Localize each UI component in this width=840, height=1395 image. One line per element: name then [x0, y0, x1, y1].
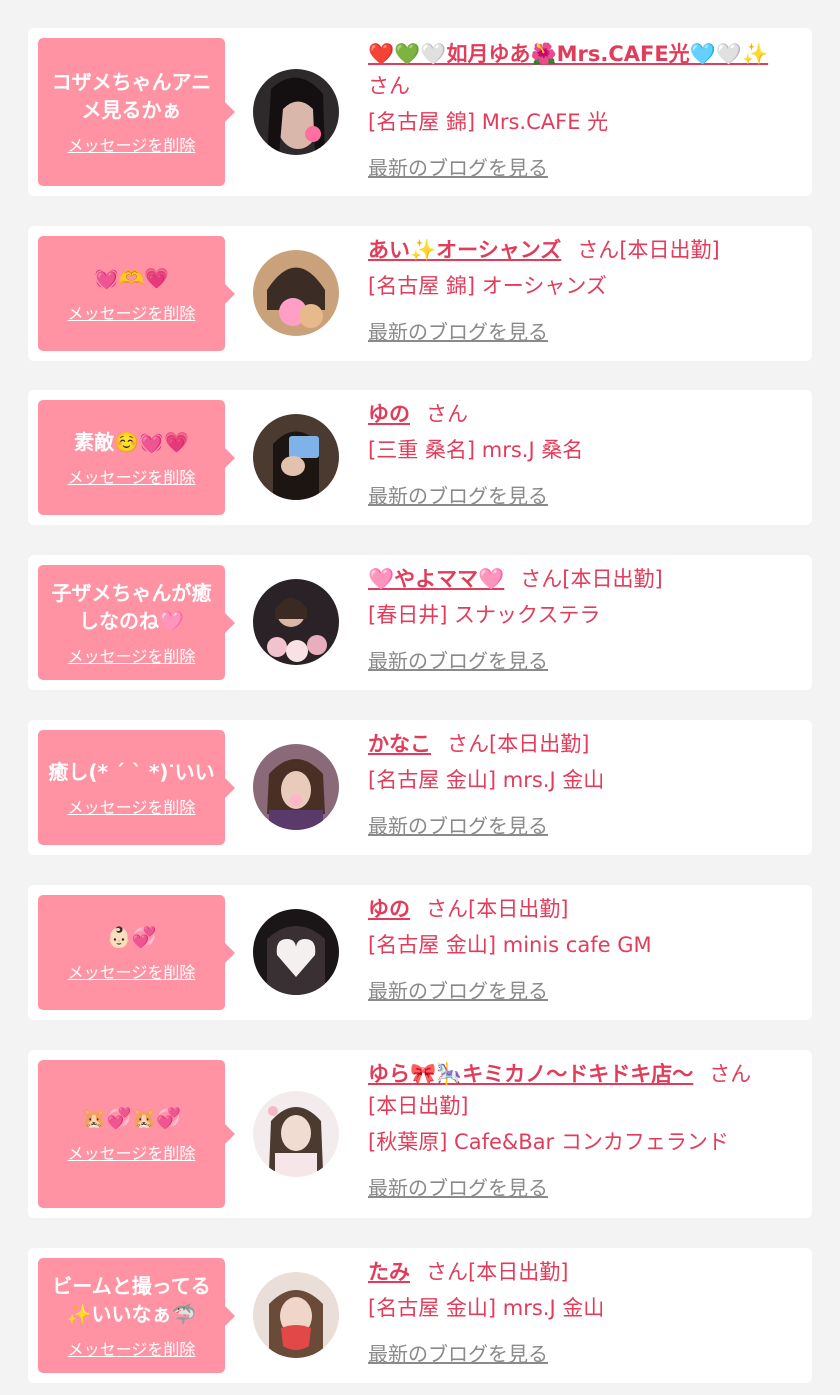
message-bubble: 👶🏻💞 メッセージを削除: [38, 895, 235, 1010]
message-bubble: ビームと撮ってる✨いいなぁ🦈 メッセージを削除: [38, 1258, 235, 1373]
message-card: 子ザメちゃんが癒しなのね🩷 メッセージを削除 🩷やよママ🩷 さん[本日出勤] [春…: [28, 555, 812, 690]
avatar[interactable]: [253, 69, 339, 155]
cast-info: あい✨オーシャンズ さん[本日出勤] [名古屋 錦] オーシャンズ 最新のブログを…: [368, 234, 792, 345]
work-status: [本日出勤]: [619, 238, 720, 262]
cast-name-link[interactable]: あい✨オーシャンズ: [368, 238, 561, 262]
avatar[interactable]: [253, 744, 339, 830]
shop-label: [名古屋 錦] オーシャンズ: [368, 274, 607, 298]
message-text: 👶🏻💞: [106, 924, 157, 949]
delete-message-link[interactable]: メッセージを削除: [68, 1140, 196, 1164]
message-text: ビームと撮ってる✨いいなぁ🦈: [52, 1273, 211, 1326]
honorific: さん: [426, 897, 468, 921]
honorific: さん: [426, 402, 468, 426]
shop-label: [名古屋 金山] mrs.J 金山: [368, 768, 605, 792]
shop-label: [秋葉原] Cafe&Bar コンカフェランド: [368, 1130, 729, 1154]
message-card: コザメちゃんアニメ見るかぁ メッセージを削除 ❤️💚🤍如月ゆあ🌺Mrs.CAFE…: [28, 28, 812, 196]
work-status: [本日出勤]: [489, 732, 590, 756]
avatar[interactable]: [253, 1272, 339, 1358]
latest-blog-link[interactable]: 最新のブログを見る: [368, 645, 548, 674]
cast-info: ゆの さん [三重 桑名] mrs.J 桑名 最新のブログを見る: [368, 398, 792, 509]
message-bubble: 💓🫶💗 メッセージを削除: [38, 236, 235, 351]
cast-info: ❤️💚🤍如月ゆあ🌺Mrs.CAFE光🩵🤍✨ さん [名古屋 錦] Mrs.CAFE…: [368, 38, 792, 181]
cast-info: ゆら🎀🎠キミカノ〜ドキドキ店〜 さん [本日出勤] [秋葉原] Cafe&Bar コ…: [368, 1058, 792, 1201]
shop-label: [春日井] スナックステラ: [368, 603, 601, 627]
cast-name-link[interactable]: ゆの: [368, 897, 410, 921]
latest-blog-link[interactable]: 最新のブログを見る: [368, 152, 548, 181]
cast-info: かなこ さん[本日出勤] [名古屋 金山] mrs.J 金山 最新のブログを見る: [368, 728, 792, 839]
cast-info: 🩷やよママ🩷 さん[本日出勤] [春日井] スナックステラ 最新のブログを見る: [368, 563, 792, 674]
avatar[interactable]: [253, 414, 339, 500]
avatar[interactable]: [253, 909, 339, 995]
message-bubble: 🐹💞🐹💞 メッセージを削除: [38, 1060, 235, 1208]
cast-info: たみ さん[本日出勤] [名古屋 金山] mrs.J 金山 最新のブログを見る: [368, 1256, 792, 1367]
cast-info: ゆの さん[本日出勤] [名古屋 金山] minis cafe GM 最新のブログ…: [368, 893, 792, 1004]
message-bubble: コザメちゃんアニメ見るかぁ メッセージを削除: [38, 38, 235, 186]
honorific: さん: [577, 238, 620, 262]
honorific: さん: [709, 1062, 752, 1086]
message-bubble: 子ザメちゃんが癒しなのね🩷 メッセージを削除: [38, 565, 235, 680]
latest-blog-link[interactable]: 最新のブログを見る: [368, 480, 548, 509]
message-card: ビームと撮ってる✨いいなぁ🦈 メッセージを削除 たみ さん[本日出勤] [名古屋 …: [28, 1248, 812, 1383]
shop-label: [名古屋 金山] mrs.J 金山: [368, 1296, 605, 1320]
work-status: [本日出勤]: [468, 1260, 569, 1284]
message-text: 素敵☺️💓💗: [74, 429, 189, 454]
honorific: さん: [426, 1260, 468, 1284]
shop-label: [三重 桑名] mrs.J 桑名: [368, 438, 584, 462]
shop-label: [名古屋 錦] Mrs.CAFE 光: [368, 110, 609, 134]
latest-blog-link[interactable]: 最新のブログを見る: [368, 1172, 548, 1201]
delete-message-link[interactable]: メッセージを削除: [68, 300, 196, 324]
latest-blog-link[interactable]: 最新のブログを見る: [368, 1338, 548, 1367]
message-text: コザメちゃんアニメ見るかぁ: [51, 70, 212, 122]
message-card: 💓🫶💗 メッセージを削除 あい✨オーシャンズ さん[本日出勤] [名古屋 錦] オ…: [28, 226, 812, 361]
honorific: さん: [368, 74, 410, 98]
message-card: 癒し(* ´ ` *)ᐝいい メッセージを削除 かなこ さん[本日出勤] [名古屋…: [28, 720, 812, 855]
cast-name-link[interactable]: 🩷やよママ🩷: [368, 567, 504, 591]
delete-message-link[interactable]: メッセージを削除: [68, 464, 196, 488]
delete-message-link[interactable]: メッセージを削除: [68, 959, 196, 983]
delete-message-link[interactable]: メッセージを削除: [68, 643, 196, 667]
delete-message-link[interactable]: メッセージを削除: [68, 1336, 196, 1360]
message-text: 🐹💞🐹💞: [81, 1106, 182, 1130]
message-card: 素敵☺️💓💗 メッセージを削除 ゆの さん [三重 桑名] mrs.J 桑名 最新…: [28, 390, 812, 525]
cast-name-link[interactable]: ゆら🎀🎠キミカノ〜ドキドキ店〜: [368, 1062, 693, 1086]
message-text: 💓🫶💗: [94, 265, 169, 290]
message-text: 癒し(* ´ ` *)ᐝいい: [48, 759, 215, 784]
avatar[interactable]: [253, 1091, 339, 1177]
latest-blog-link[interactable]: 最新のブログを見る: [368, 316, 548, 345]
avatar[interactable]: [253, 579, 339, 665]
message-bubble: 癒し(* ´ ` *)ᐝいい メッセージを削除: [38, 730, 235, 845]
cast-name-link[interactable]: たみ: [368, 1260, 410, 1284]
cast-name-link[interactable]: ゆの: [368, 402, 410, 426]
work-status: [本日出勤]: [562, 567, 663, 591]
latest-blog-link[interactable]: 最新のブログを見る: [368, 810, 548, 839]
honorific: さん: [520, 567, 563, 591]
shop-label: [名古屋 金山] minis cafe GM: [368, 933, 652, 957]
message-card: 🐹💞🐹💞 メッセージを削除 ゆら🎀🎠キミカノ〜ドキドキ店〜 さん [本日出勤] [秋…: [28, 1050, 812, 1218]
message-list: コザメちゃんアニメ見るかぁ メッセージを削除 ❤️💚🤍如月ゆあ🌺Mrs.CAFE…: [0, 0, 840, 1395]
cast-name-link[interactable]: かなこ: [368, 732, 431, 756]
cast-name-link[interactable]: ❤️💚🤍如月ゆあ🌺Mrs.CAFE光🩵🤍✨: [368, 42, 768, 66]
work-status: [本日出勤]: [368, 1094, 469, 1118]
delete-message-link[interactable]: メッセージを削除: [68, 794, 196, 818]
message-bubble: 素敵☺️💓💗 メッセージを削除: [38, 400, 235, 515]
work-status: [本日出勤]: [468, 897, 569, 921]
avatar[interactable]: [253, 250, 339, 336]
latest-blog-link[interactable]: 最新のブログを見る: [368, 975, 548, 1004]
honorific: さん: [447, 732, 489, 756]
message-card: 👶🏻💞 メッセージを削除 ゆの さん[本日出勤] [名古屋 金山] minis c…: [28, 885, 812, 1020]
delete-message-link[interactable]: メッセージを削除: [68, 132, 196, 156]
message-text: 子ザメちゃんが癒しなのね🩷: [51, 580, 212, 633]
